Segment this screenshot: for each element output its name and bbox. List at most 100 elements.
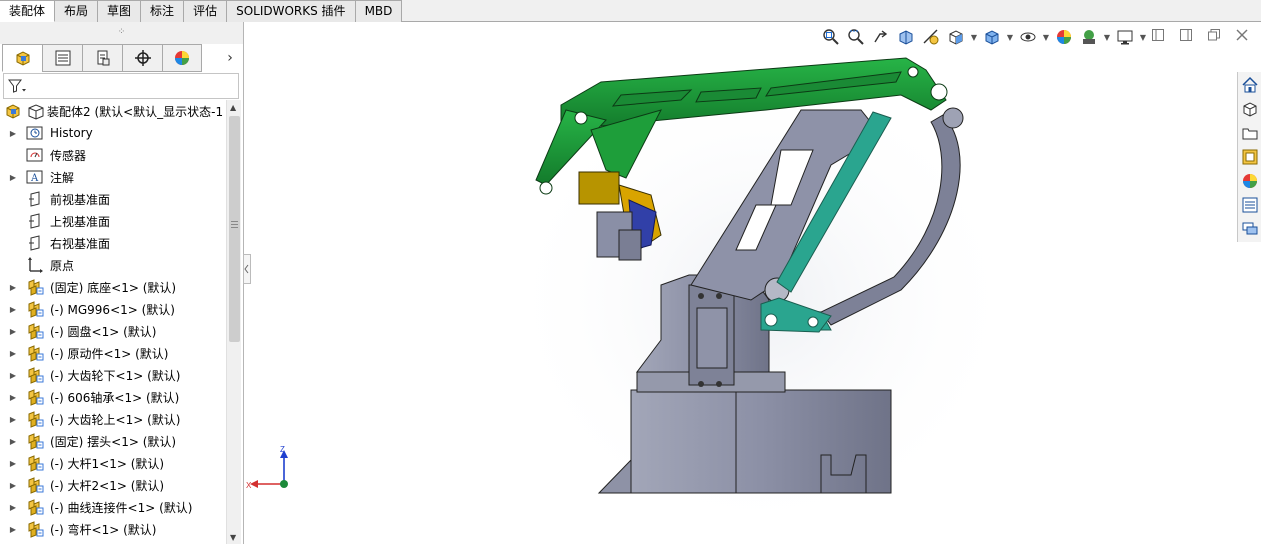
command-manager-tabs: 装配体 布局 草图 标注 评估 SOLIDWORKS 插件 MBD	[0, 0, 403, 22]
tree-item[interactable]: ▶ (-) 原动件<1> (默认)	[0, 342, 226, 364]
tab-featuremanager[interactable]	[2, 44, 42, 72]
tree-item-label: 原点	[50, 258, 75, 273]
restore-icon[interactable]	[1207, 28, 1221, 42]
filter-field[interactable]	[3, 73, 239, 99]
apply-scene-icon[interactable]	[1078, 27, 1100, 47]
expand-arrow-icon[interactable]: ▶	[8, 437, 18, 446]
expand-arrow-icon[interactable]: ▶	[8, 415, 18, 424]
tree-item[interactable]: ▶ A 注解	[0, 166, 226, 188]
previous-view-icon[interactable]	[870, 27, 892, 47]
tree-item[interactable]: ▶ (-) 弯杆<1> (默认)	[0, 518, 226, 540]
z-axis-label: Z	[280, 445, 285, 454]
custom-properties-icon[interactable]	[1240, 194, 1260, 216]
robot-arm-model[interactable]	[244, 22, 1261, 544]
expand-arrow-icon[interactable]: ▶	[8, 283, 18, 292]
hide-show-items-icon[interactable]	[1017, 27, 1039, 47]
tree-item[interactable]: ▶ (-) 大杆2<1> (默认)	[0, 474, 226, 496]
chevron-down-icon[interactable]: ▼	[970, 27, 978, 47]
part-icon	[26, 454, 44, 472]
scrollbar-thumb[interactable]	[229, 116, 240, 342]
tree-item[interactable]: 传感器	[0, 144, 226, 166]
appearances-icon[interactable]	[1240, 170, 1260, 192]
tree-item[interactable]: 原点	[0, 254, 226, 276]
tree-item[interactable]: ▶ (固定) 底座<1> (默认)	[0, 276, 226, 298]
zoom-to-area-icon[interactable]	[845, 27, 867, 47]
expand-arrow-icon[interactable]: ▶	[8, 327, 18, 336]
tree-item[interactable]: ▶ (-) MG996<1> (默认)	[0, 298, 226, 320]
expand-arrow-icon[interactable]: ▶	[8, 371, 18, 380]
graphics-area[interactable]: ▼ ▼ ▼ ▼ ▼	[243, 22, 1261, 544]
tree-item[interactable]: 右视基准面	[0, 232, 226, 254]
expand-arrow-icon[interactable]: ▶	[8, 503, 18, 512]
expand-arrow-icon[interactable]: ▶	[8, 525, 18, 534]
scroll-up-arrow[interactable]: ▲	[230, 103, 236, 112]
part-icon	[26, 476, 44, 494]
tree-item[interactable]: 上视基准面	[0, 210, 226, 232]
expand-arrow-icon[interactable]: ▶	[8, 173, 18, 182]
part-icon	[26, 410, 44, 428]
tab-dimxpertmanager[interactable]	[122, 44, 162, 72]
featuremanager-icon	[16, 51, 29, 66]
tile-right-icon[interactable]	[1179, 28, 1193, 42]
forum-icon[interactable]	[1240, 218, 1260, 240]
chevron-right-icon[interactable]: ›	[222, 44, 238, 72]
close-icon[interactable]	[1235, 28, 1249, 42]
chevron-down-icon[interactable]: ▼	[1006, 27, 1014, 47]
tree-item[interactable]: ▶ (-) 曲线连接件<1> (默认)	[0, 496, 226, 518]
tab-6[interactable]: MBD	[355, 0, 403, 22]
tab-propertymanager[interactable]	[42, 44, 82, 72]
expand-arrow-icon[interactable]: ▶	[8, 481, 18, 490]
view-palette-icon[interactable]	[1240, 146, 1260, 168]
chevron-down-icon[interactable]: ▼	[1042, 27, 1050, 47]
scroll-down-arrow[interactable]: ▼	[230, 533, 236, 542]
tree-item-label: (固定) 底座<1> (默认)	[50, 280, 177, 295]
part-icon	[26, 520, 44, 538]
tab-5[interactable]: SOLIDWORKS 插件	[227, 0, 356, 22]
history-icon	[26, 124, 44, 142]
expand-arrow-icon[interactable]: ▶	[8, 305, 18, 314]
tree-root-assembly[interactable]: 装配体2 (默认<默认_显示状态-1	[0, 100, 226, 122]
view-orientation-icon[interactable]	[945, 27, 967, 47]
tree-item[interactable]: ▶ (固定) 摆头<1> (默认)	[0, 430, 226, 452]
part-icon	[26, 344, 44, 362]
view-settings-icon[interactable]	[1114, 27, 1136, 47]
feature-tree-scrollbar[interactable]: ▲ ▼	[226, 100, 241, 544]
tab-0[interactable]: 装配体	[0, 0, 56, 22]
tree-item[interactable]: ▶ (-) 大齿轮下<1> (默认)	[0, 364, 226, 386]
tree-item[interactable]: ▶ (-) 圆盘<1> (默认)	[0, 320, 226, 342]
coordinate-triad: Z X	[246, 445, 288, 490]
tree-item[interactable]: ▶ (-) 606轴承<1> (默认)	[0, 386, 226, 408]
tree-item-label: 上视基准面	[50, 214, 111, 229]
zoom-to-fit-icon[interactable]	[820, 27, 842, 47]
feature-tree: 装配体2 (默认<默认_显示状态-1 ▶ History 传感器 ▶ A 注解 前视基准面上视…	[0, 100, 226, 544]
document-window-controls	[1151, 28, 1249, 42]
chevron-down-icon[interactable]: ▼	[1103, 27, 1111, 47]
tab-displaymanager[interactable]	[162, 44, 202, 72]
tab-4[interactable]: 评估	[184, 0, 228, 22]
dynamic-annotation-view-icon[interactable]	[920, 27, 942, 47]
display-style-icon[interactable]	[981, 27, 1003, 47]
file-explorer-icon[interactable]	[1240, 122, 1260, 144]
tab-2[interactable]: 草图	[98, 0, 142, 22]
tab-3[interactable]: 标注	[141, 0, 185, 22]
tab-configurationmanager[interactable]	[82, 44, 122, 72]
expand-arrow-icon[interactable]: ▶	[8, 459, 18, 468]
solidworks-resources-icon[interactable]	[1240, 74, 1260, 96]
panel-grip[interactable]: ⁘	[0, 22, 243, 44]
section-view-icon[interactable]	[895, 27, 917, 47]
assembly-icon	[27, 102, 45, 120]
edit-appearance-icon[interactable]	[1053, 27, 1075, 47]
tree-item[interactable]: 前视基准面	[0, 188, 226, 210]
design-library-icon[interactable]	[1240, 98, 1260, 120]
expand-arrow-icon[interactable]: ▶	[8, 129, 18, 138]
tree-item-label: 装配体2 (默认<默认_显示状态-1	[47, 104, 224, 119]
tab-1[interactable]: 布局	[55, 0, 99, 22]
chevron-down-icon[interactable]: ▼	[1139, 27, 1147, 47]
expand-arrow-icon[interactable]: ▶	[8, 349, 18, 358]
tree-item[interactable]: ▶ (-) 大杆1<1> (默认)	[0, 452, 226, 474]
expand-arrow-icon[interactable]: ▶	[8, 393, 18, 402]
tree-item[interactable]: ▶ History	[0, 122, 226, 144]
panel-splitter-handle[interactable]	[243, 254, 251, 284]
tree-item[interactable]: ▶ (-) 大齿轮上<1> (默认)	[0, 408, 226, 430]
tile-left-icon[interactable]	[1151, 28, 1165, 42]
